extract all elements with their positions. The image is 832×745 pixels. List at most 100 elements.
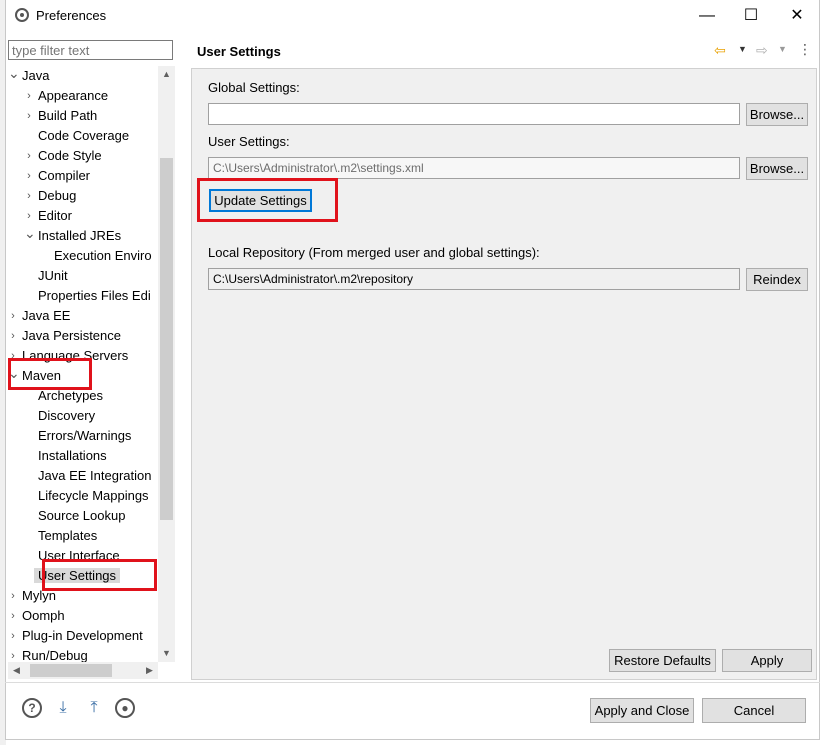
view-menu-icon[interactable]: ⋮ — [798, 40, 812, 58]
tree-vertical-scroll-thumb[interactable] — [160, 158, 173, 520]
update-settings-highlight-box — [197, 178, 338, 222]
chevron-right-icon[interactable]: › — [24, 186, 34, 206]
chevron-down-icon[interactable]: ⌄ — [8, 66, 20, 86]
help-icon[interactable]: ? — [22, 698, 42, 718]
minimize-button[interactable]: — — [687, 4, 727, 28]
tree-item-label: Properties Files Edi — [38, 288, 151, 303]
back-arrow-icon[interactable]: ⇦ — [714, 42, 726, 58]
scroll-left-icon[interactable]: ◀ — [8, 662, 25, 679]
maximize-button[interactable]: ☐ — [731, 4, 771, 28]
chevron-right-icon[interactable]: › — [8, 626, 18, 646]
local-repository-label: Local Repository (From merged user and g… — [208, 245, 540, 260]
user-settings-label: User Settings: — [208, 134, 290, 149]
close-button[interactable]: ✕ — [777, 4, 817, 28]
tree-item-label: Installed JREs — [38, 228, 122, 243]
tree-item[interactable]: › Build Path — [27, 106, 98, 126]
tree-item-label: Appearance — [38, 88, 109, 103]
tree-item[interactable]: › Java EE — [11, 306, 71, 326]
tree-item[interactable]: JUnit — [38, 266, 68, 286]
record-icon[interactable]: ● — [115, 698, 135, 718]
tree-item[interactable]: Installations — [38, 446, 107, 466]
tree-item[interactable]: Templates — [38, 526, 97, 546]
chevron-right-icon[interactable]: › — [24, 146, 34, 166]
tree-item[interactable]: Discovery — [38, 406, 95, 426]
title-bar: Preferences — ☐ ✕ — [6, 0, 819, 32]
user-browse-button[interactable]: Browse... — [746, 157, 808, 180]
chevron-right-icon[interactable]: › — [8, 606, 18, 626]
restore-defaults-button[interactable]: Restore Defaults — [609, 649, 716, 672]
import-icon[interactable]: ⤓ — [52, 698, 74, 718]
tree-item-label: Java EE — [22, 308, 71, 323]
tree-item-label: Discovery — [38, 408, 96, 423]
tree-item[interactable]: Errors/Warnings — [38, 426, 131, 446]
tree-item[interactable]: › Java Persistence — [11, 326, 121, 346]
page-title: User Settings — [197, 44, 281, 59]
apply-button[interactable]: Apply — [722, 649, 812, 672]
tree-item-label: Templates — [38, 528, 98, 543]
tree-horizontal-scroll-thumb[interactable] — [30, 664, 112, 677]
tree-item[interactable]: Code Coverage — [38, 126, 129, 146]
tree-item-label: Source Lookup — [38, 508, 126, 523]
chevron-right-icon[interactable]: › — [24, 86, 34, 106]
tree-item[interactable]: Properties Files Edi — [38, 286, 151, 306]
tree-item[interactable]: › Editor — [27, 206, 72, 226]
chevron-right-icon[interactable]: › — [8, 306, 18, 326]
global-settings-field[interactable] — [208, 103, 740, 125]
tree-item[interactable]: ⌄ Installed JREs — [24, 226, 122, 246]
global-browse-button[interactable]: Browse... — [746, 103, 808, 126]
tree-item[interactable]: Execution Enviro — [54, 246, 152, 266]
tree-item[interactable]: › Compiler — [27, 166, 91, 186]
tree-item[interactable]: Lifecycle Mappings — [38, 486, 149, 506]
global-settings-label: Global Settings: — [208, 80, 300, 95]
tree-item[interactable]: › Code Style — [27, 146, 101, 166]
forward-arrow-icon[interactable]: ⇨ — [756, 42, 768, 58]
tree-item[interactable]: ⌄ Java — [8, 66, 50, 86]
tree-item-label: Run/Debug — [22, 648, 88, 662]
tree-item-label: Errors/Warnings — [38, 428, 132, 443]
tree-item[interactable]: › Run/Debug — [11, 646, 88, 662]
tree-item-label: Java — [22, 68, 50, 83]
chevron-right-icon[interactable]: › — [24, 166, 34, 186]
tree-item-label: Archetypes — [38, 388, 104, 403]
tree-item-label: Plug-in Development — [22, 628, 143, 643]
tree-item-label: Lifecycle Mappings — [38, 488, 149, 503]
tree-item-label: Compiler — [38, 168, 91, 183]
tree-item-label: Code Coverage — [38, 128, 130, 143]
user-settings-highlight-box — [42, 559, 157, 591]
tree-item[interactable]: › Oomph — [11, 606, 64, 626]
chevron-right-icon[interactable]: › — [24, 106, 34, 126]
window-title: Preferences — [36, 8, 107, 23]
forward-menu-chevron-icon[interactable]: ▼ — [778, 44, 787, 54]
tree-item-label: Debug — [38, 188, 77, 203]
tree-item[interactable]: › Debug — [27, 186, 77, 206]
apply-and-close-button[interactable]: Apply and Close — [590, 698, 694, 723]
footer-separator — [5, 682, 820, 683]
tree-item-label: Build Path — [38, 108, 98, 123]
scroll-up-icon[interactable]: ▲ — [158, 66, 175, 83]
eclipse-icon — [15, 8, 29, 22]
scroll-down-icon[interactable]: ▼ — [158, 645, 175, 662]
chevron-right-icon[interactable]: › — [8, 586, 18, 606]
tree-item[interactable]: › Appearance — [27, 86, 109, 106]
maven-highlight-box — [8, 358, 92, 390]
chevron-right-icon[interactable]: › — [8, 326, 18, 346]
chevron-right-icon[interactable]: › — [24, 206, 34, 226]
tree-item-label: Execution Enviro — [54, 248, 152, 263]
chevron-right-icon[interactable]: › — [8, 646, 18, 662]
tree-item-label: JUnit — [38, 268, 68, 283]
tree-item-label: Java EE Integration — [38, 468, 152, 483]
tree-item[interactable]: › Plug-in Development — [11, 626, 143, 646]
tree-item[interactable]: Java EE Integration — [38, 466, 151, 486]
tree-item-label: Java Persistence — [22, 328, 121, 343]
back-menu-chevron-icon[interactable]: ▼ — [738, 44, 747, 54]
export-icon[interactable]: ⤒ — [83, 698, 105, 718]
cancel-button[interactable]: Cancel — [702, 698, 806, 723]
user-settings-field[interactable]: C:\Users\Administrator\.m2\settings.xml — [208, 157, 740, 179]
chevron-down-icon[interactable]: ⌄ — [24, 226, 36, 246]
background-window-edge-right — [820, 0, 832, 745]
tree-item[interactable]: Source Lookup — [38, 506, 125, 526]
local-repository-field: C:\Users\Administrator\.m2\repository — [208, 268, 740, 290]
reindex-button[interactable]: Reindex — [746, 268, 808, 291]
scroll-right-icon[interactable]: ▶ — [141, 662, 158, 679]
filter-input[interactable] — [8, 40, 173, 60]
